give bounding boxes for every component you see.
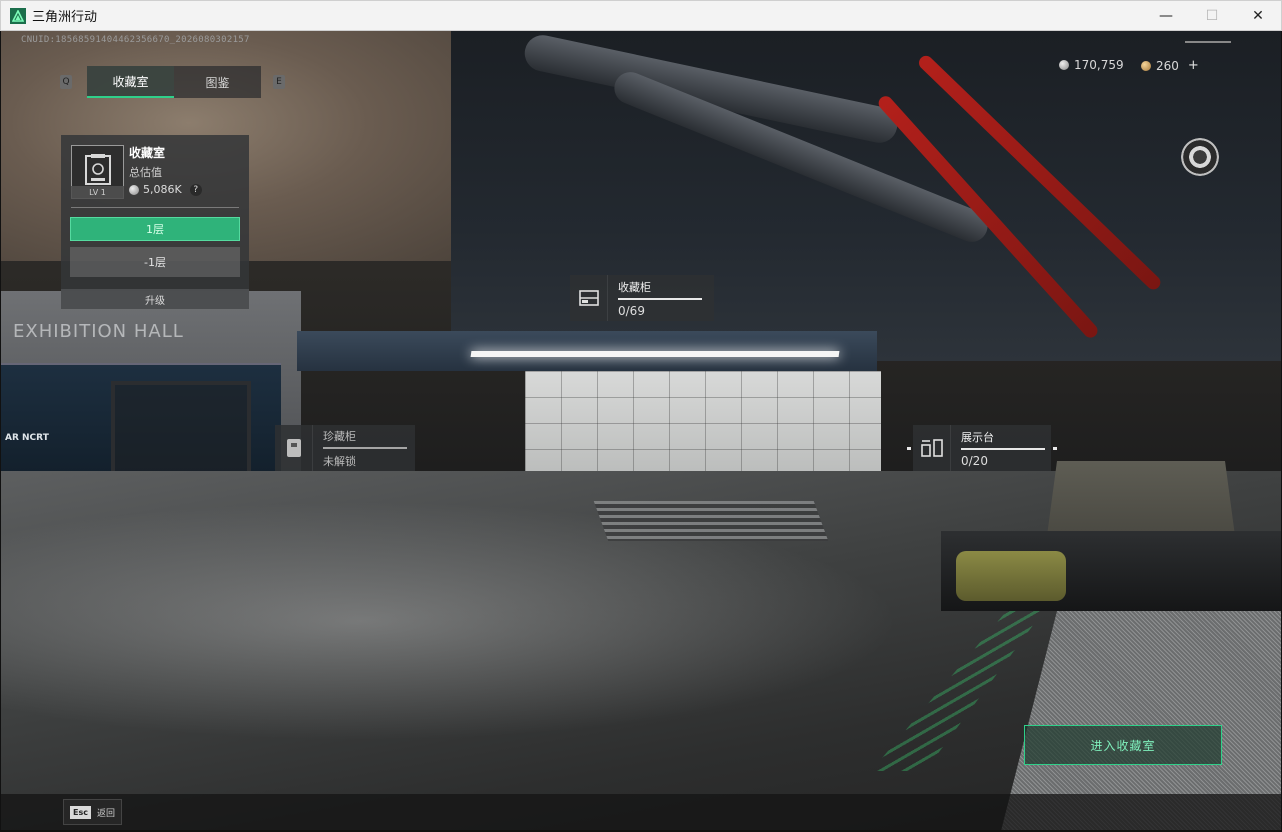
next-tab-key[interactable]: E — [273, 75, 285, 89]
tab-collection-room[interactable]: 收藏室 — [87, 66, 174, 98]
total-value-amount: 5,086K — [143, 183, 182, 196]
total-value-label: 总估值 — [129, 166, 162, 179]
window-controls: — ☐ ✕ — [1143, 1, 1281, 31]
record-disc-button[interactable] — [1181, 138, 1219, 176]
floor-1-button[interactable]: 1层 — [70, 217, 240, 241]
window-title: 三角洲行动 — [32, 10, 98, 25]
upgrade-button[interactable]: 升级 — [61, 289, 249, 309]
top-right-divider — [1185, 41, 1231, 43]
silver-currency: 170,759 — [1059, 58, 1124, 72]
maximize-button[interactable]: ☐ — [1189, 1, 1235, 31]
marker-title: 收藏柜 — [618, 279, 702, 300]
white-panel-wall — [525, 371, 881, 481]
total-value: 5,086K ? — [129, 183, 202, 196]
cabinet-icon — [570, 275, 608, 321]
game-viewport[interactable]: EXHIBITION HALL AR NCRT CNUID:1856859140… — [1, 31, 1281, 830]
yellow-case — [956, 551, 1066, 601]
silver-coin-icon — [1059, 60, 1069, 70]
marker-title: 珍藏柜 — [323, 428, 407, 449]
gold-coin-icon — [1141, 60, 1151, 71]
window-titlebar: 三角洲行动 — ☐ ✕ — [0, 0, 1282, 31]
tab-bar: 收藏室 图鉴 — [87, 66, 261, 98]
silver-amount: 170,759 — [1074, 58, 1124, 72]
vault-icon — [275, 425, 313, 471]
marker-bracket-right — [1053, 447, 1057, 450]
panel-divider — [71, 207, 239, 208]
marker-count: 未解锁 — [323, 454, 356, 468]
marker-collection-cabinet[interactable]: 收藏柜 0/69 — [570, 275, 714, 321]
exhibition-hall-sign: EXHIBITION HALL — [13, 321, 184, 342]
floor-minus1-button[interactable]: -1层 — [70, 247, 240, 277]
cnuid-text: CNUID:18568591404462356670_2026080302157 — [21, 35, 250, 45]
display-case-frame — [111, 381, 251, 477]
room-info-panel: LV 1 收藏室 总估值 5,086K ? 1层 -1层 — [61, 135, 249, 309]
back-button[interactable]: Esc 返回 — [63, 799, 122, 825]
ceiling-light-bar — [470, 351, 840, 357]
enter-collection-room-button[interactable]: 进入收藏室 — [1024, 725, 1222, 765]
room-level: LV 1 — [71, 186, 124, 199]
stairs — [593, 501, 829, 541]
marker-treasure-cabinet[interactable]: 珍藏柜 未解锁 — [275, 425, 415, 471]
silver-coin-icon — [129, 184, 139, 195]
marker-title: 展示台 — [961, 429, 1045, 450]
back-label: 返回 — [96, 808, 115, 819]
gold-currency: 260 + — [1141, 58, 1199, 73]
marker-count: 0/69 — [618, 303, 645, 318]
help-icon[interactable]: ? — [189, 183, 202, 196]
close-button[interactable]: ✕ — [1235, 1, 1281, 31]
prev-tab-key[interactable]: Q — [60, 75, 72, 89]
add-currency-button[interactable]: + — [1188, 58, 1199, 73]
gold-amount: 260 — [1156, 58, 1179, 73]
tab-catalog[interactable]: 图鉴 — [174, 66, 261, 98]
bottom-bar — [1, 794, 1281, 830]
marker-bracket-left — [907, 447, 911, 450]
display-stand-icon — [913, 425, 951, 471]
minimize-button[interactable]: — — [1143, 1, 1189, 31]
room-title: 收藏室 — [129, 146, 166, 160]
screen-sign: AR NCRT — [5, 433, 49, 443]
esc-key-icon: Esc — [70, 805, 91, 819]
delta-force-logo-icon — [10, 7, 26, 24]
marker-display-stand[interactable]: 展示台 0/20 — [907, 425, 1057, 471]
marker-count: 0/20 — [961, 453, 988, 468]
